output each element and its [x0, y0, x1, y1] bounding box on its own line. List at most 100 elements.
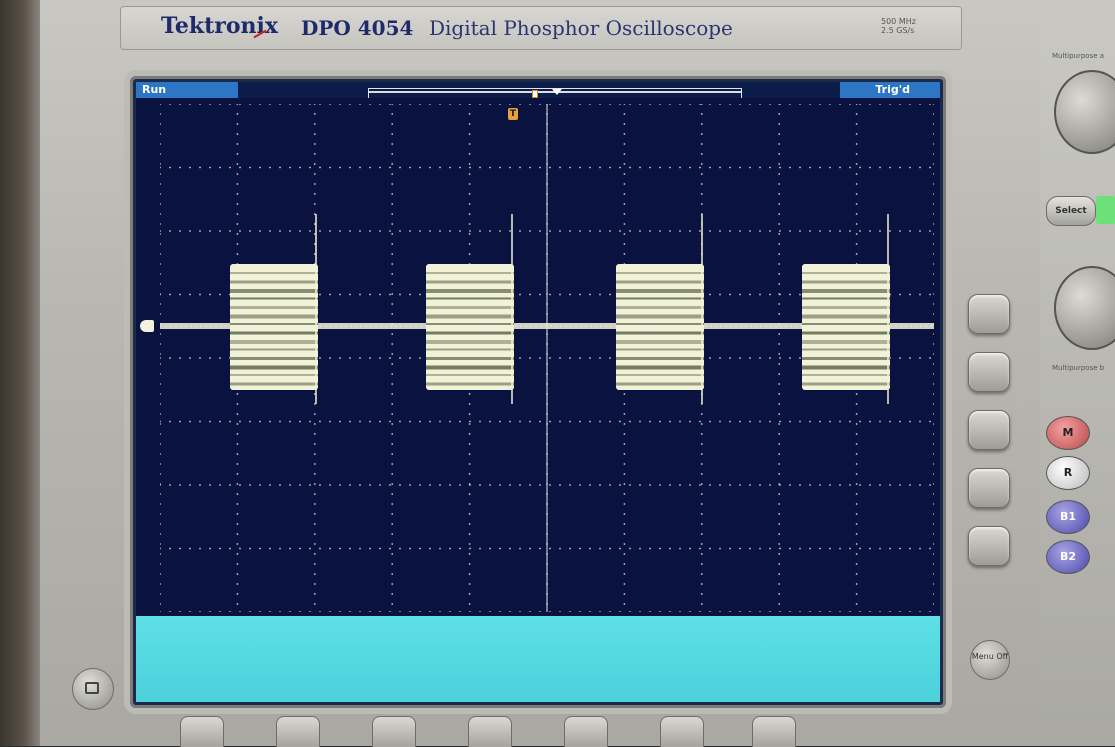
grid-dot: [479, 611, 481, 612]
grid-dot: [369, 484, 371, 486]
grid-dot: [778, 463, 781, 465]
grid-dot: [855, 143, 858, 145]
grid-dot: [189, 166, 191, 169]
grid-dot: [829, 230, 831, 232]
grid-dot: [469, 166, 471, 169]
grid-dot: [623, 203, 626, 205]
grid-dot: [729, 420, 731, 423]
grid-dot: [778, 423, 781, 425]
grid-dot: [499, 547, 501, 550]
grid-dot: [700, 533, 703, 535]
side-menu-button-4[interactable]: [968, 468, 1010, 508]
grid-dot: [519, 230, 521, 232]
grid-dot: [899, 104, 901, 105]
bottom-menu-button-1[interactable]: [180, 716, 224, 747]
grid-dot: [399, 104, 401, 105]
menu-off-button[interactable]: Menu Off: [970, 640, 1010, 680]
grid-dot: [469, 484, 471, 486]
select-button[interactable]: Select: [1046, 196, 1096, 226]
grid-dot: [623, 393, 626, 395]
side-menu-button-1[interactable]: [968, 294, 1010, 334]
grid-dot: [639, 484, 641, 486]
grid-dot: [391, 143, 394, 145]
grid-dot: [933, 243, 934, 245]
grid-dot: [229, 547, 231, 550]
grid-dot: [409, 484, 411, 486]
grid-dot: [778, 253, 781, 255]
grid-dot: [313, 113, 316, 115]
grid-dot: [769, 484, 771, 486]
grid-dot: [379, 166, 381, 169]
grid-dot: [279, 611, 281, 612]
grid-dot: [468, 193, 471, 195]
grid-dot: [649, 230, 651, 232]
grid-dot: [379, 230, 381, 232]
grid-dot: [749, 230, 751, 232]
grid-dot: [789, 230, 791, 232]
grid-dot: [759, 166, 761, 169]
reference-r-button[interactable]: R: [1046, 456, 1090, 490]
grid-dot: [313, 443, 316, 445]
bottom-menu-button-3[interactable]: [372, 716, 416, 747]
grid-dot: [879, 104, 881, 105]
grid-dot: [778, 553, 781, 555]
grid-dot: [933, 513, 934, 515]
side-menu-button-5[interactable]: [968, 526, 1010, 566]
grid-dot: [623, 213, 626, 215]
grid-dot: [468, 183, 471, 185]
grid-dot: [160, 193, 161, 195]
grid-dot: [449, 611, 451, 612]
grid-dot: [933, 343, 934, 345]
marker-m-button[interactable]: M: [1046, 416, 1090, 450]
grid-dot: [919, 484, 921, 486]
grid-dot: [468, 253, 471, 255]
grid-dot: [391, 373, 394, 375]
grid-dot: [160, 393, 161, 395]
grid-dot: [919, 104, 921, 105]
grid-dot: [468, 203, 471, 205]
grid-dot: [749, 166, 751, 169]
grid-dot: [359, 293, 361, 296]
grid-dot: [160, 230, 161, 232]
grid-dot: [589, 293, 591, 296]
grid-dot: [160, 333, 161, 335]
grid-dot: [236, 163, 239, 165]
bottom-menu-button-4[interactable]: [468, 716, 512, 747]
bus-b2-button[interactable]: B2: [1046, 540, 1090, 574]
grid-dot: [669, 104, 671, 105]
grid-dot: [559, 166, 561, 169]
grid-dot: [369, 104, 371, 105]
grid-dot: [623, 133, 626, 135]
grid-dot: [249, 104, 251, 105]
grid-dot: [160, 473, 161, 475]
grid-dot: [299, 611, 301, 612]
bottom-menu-button-2[interactable]: [276, 716, 320, 747]
grid-dot: [309, 420, 311, 423]
grid-dot: [778, 513, 781, 515]
burst-band: [802, 348, 890, 351]
grid-dot: [589, 547, 591, 550]
bus-b1-button[interactable]: B1: [1046, 500, 1090, 534]
bottom-menu-button-5[interactable]: [564, 716, 608, 747]
side-menu-button-2[interactable]: [968, 352, 1010, 392]
grid-dot: [279, 547, 281, 550]
bottom-menu-button-6[interactable]: [660, 716, 704, 747]
grid-dot: [569, 230, 571, 232]
grid-dot: [933, 223, 934, 225]
grid-dot: [719, 484, 721, 486]
grid-dot: [399, 230, 401, 232]
bottom-menu-button-7[interactable]: [752, 716, 796, 747]
grid-dot: [236, 203, 239, 205]
grid-dot: [179, 166, 181, 169]
grid-dot: [778, 113, 781, 115]
grid-dot: [468, 563, 471, 565]
grid-dot: [249, 484, 251, 486]
print-button[interactable]: [72, 668, 114, 710]
side-menu-button-3[interactable]: [968, 410, 1010, 450]
grid-dot: [789, 547, 791, 550]
grid-dot: [468, 413, 471, 415]
grid-dot: [689, 104, 691, 105]
grid-dot: [468, 213, 471, 215]
grid-dot: [579, 484, 581, 486]
grid-dot: [709, 547, 711, 550]
